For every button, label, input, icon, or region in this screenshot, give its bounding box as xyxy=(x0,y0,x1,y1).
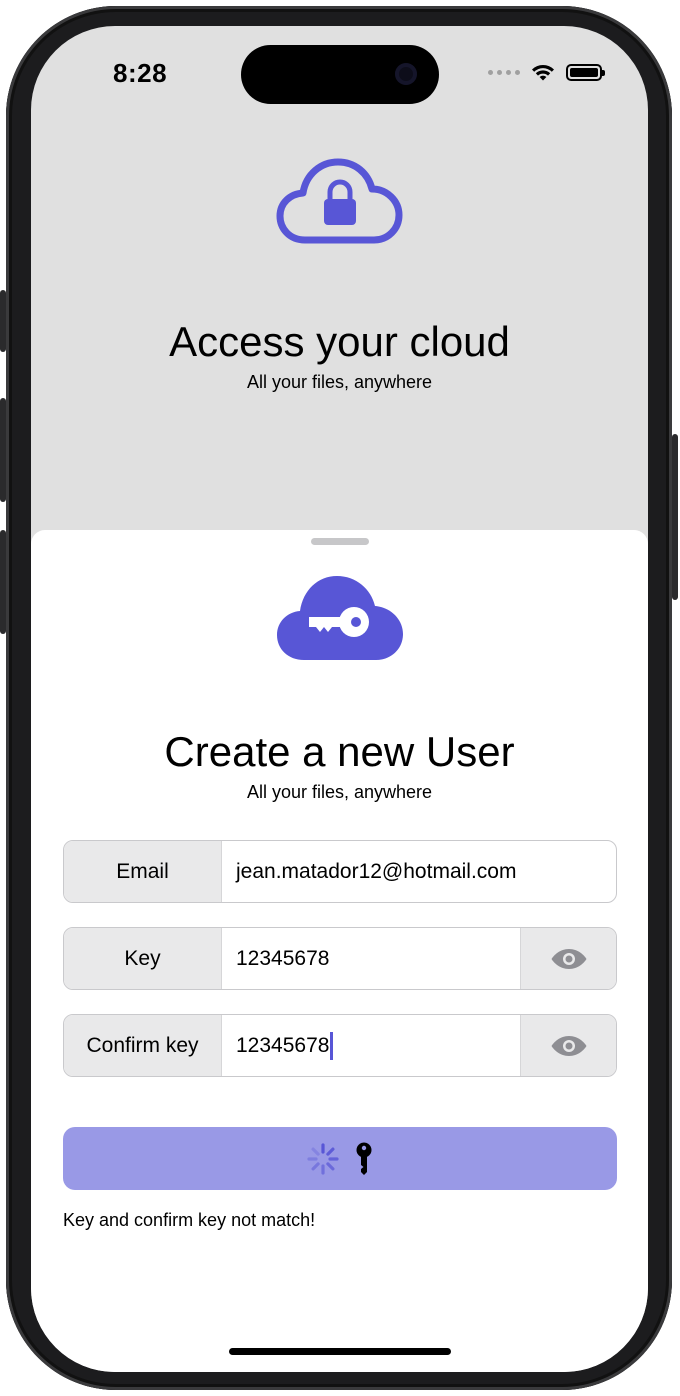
battery-icon xyxy=(566,63,605,81)
email-input[interactable]: jean.matador12@hotmail.com xyxy=(222,841,616,902)
confirm-key-visibility-toggle[interactable] xyxy=(520,1015,616,1076)
text-cursor xyxy=(330,1031,334,1060)
volume-down-button xyxy=(0,530,6,634)
screen: 8:28 Access your cloud All your files, a… xyxy=(31,26,648,1372)
error-message: Key and confirm key not match! xyxy=(63,1210,316,1230)
sheet-grabber[interactable] xyxy=(311,538,369,545)
key-label: Key xyxy=(64,928,222,989)
spinner-icon xyxy=(307,1142,339,1175)
status-time: 8:28 xyxy=(113,58,168,88)
email-value: jean.matador12@hotmail.com xyxy=(236,859,517,883)
lock-cloud-icon xyxy=(276,158,402,244)
status-indicators xyxy=(488,62,605,82)
create-user-sheet: Create a new User All your files, anywhe… xyxy=(31,530,648,1372)
confirm-key-label: Confirm key xyxy=(64,1015,222,1076)
eye-icon xyxy=(551,948,586,969)
key-input[interactable]: 12345678 xyxy=(222,928,520,989)
key-value: 12345678 xyxy=(236,946,330,970)
email-label: Email xyxy=(64,841,222,902)
confirm-key-input[interactable]: 12345678 xyxy=(222,1015,520,1076)
key-field: Key 12345678 xyxy=(63,927,617,990)
home-indicator[interactable] xyxy=(229,1348,451,1355)
sheet-title: Create a new User xyxy=(164,728,515,775)
key-icon xyxy=(356,1142,372,1175)
power-button xyxy=(672,434,678,600)
background-title: Access your cloud xyxy=(169,318,510,365)
eye-icon xyxy=(551,1035,586,1056)
key-visibility-toggle[interactable] xyxy=(520,928,616,989)
background-subtitle: All your files, anywhere xyxy=(246,372,433,392)
background-hero xyxy=(31,156,648,253)
volume-up-button xyxy=(0,398,6,502)
sheet-subtitle: All your files, anywhere xyxy=(246,782,433,802)
dynamic-island xyxy=(241,45,439,104)
confirm-key-value: 12345678 xyxy=(236,1033,330,1057)
confirm-key-field: Confirm key 12345678 xyxy=(63,1014,617,1077)
wifi-icon xyxy=(532,64,554,81)
status-bar: 8:28 xyxy=(31,26,648,126)
signal-icon xyxy=(488,69,520,75)
camera-icon xyxy=(395,63,417,85)
create-user-button[interactable] xyxy=(63,1127,617,1190)
key-cloud-icon xyxy=(277,576,403,660)
action-button xyxy=(0,290,6,352)
email-field: Email jean.matador12@hotmail.com xyxy=(63,840,617,903)
